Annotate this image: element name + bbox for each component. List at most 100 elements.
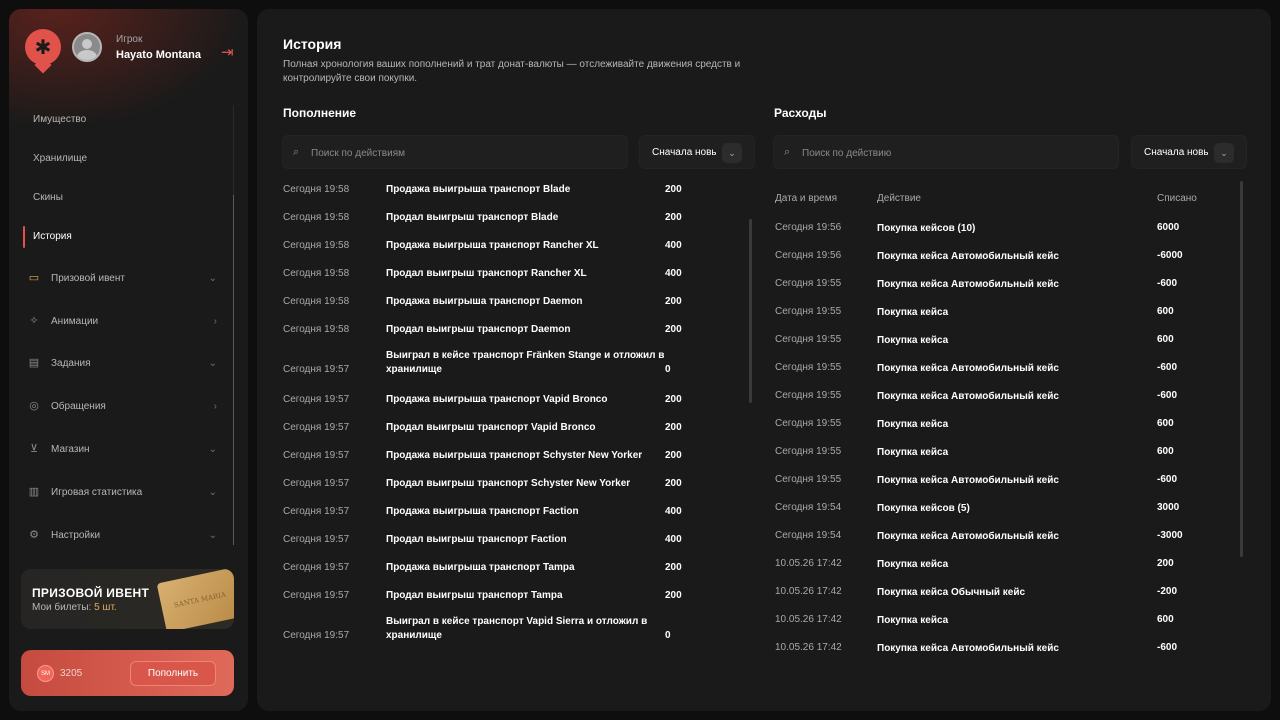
row-value: -600 (1157, 474, 1178, 485)
row-time: Сегодня 19:57 (283, 422, 350, 433)
sidebar-item-prize-event[interactable]: ▭ Призовой ивент ⌄ (23, 260, 223, 296)
row-time: Сегодня 19:57 (283, 630, 350, 641)
expense-row: 10.05.26 17:42 Покупка кейса Автомобильны… (775, 641, 1235, 669)
avatar[interactable] (72, 32, 102, 62)
income-row: Сегодня 19:58 Продал выигрыш транспорт Da… (283, 321, 743, 349)
sidebar-item-history[interactable]: История (23, 218, 223, 254)
prize-event-card[interactable]: ПРИЗОВОЙ ИВЕНТ Мои билеты: 5 шт. SANTA M… (21, 569, 234, 629)
history-panel: История Полная хронология ваших пополнен… (257, 9, 1271, 711)
search-icon: ⌕ (784, 146, 791, 158)
row-action: Покупка кейса (877, 307, 949, 318)
income-search[interactable]: ⌕ (282, 135, 628, 169)
sidebar-item-game-stats[interactable]: ▥ Игровая статистика ⌄ (23, 474, 223, 510)
event-title: ПРИЗОВОЙ ИВЕНТ (32, 586, 150, 600)
chevron-right-icon: › (213, 400, 217, 412)
expenses-search-input[interactable] (802, 144, 1082, 162)
row-time: Сегодня 19:55 (775, 306, 842, 317)
sidebar-item-settings[interactable]: ⚙ Настройки ⌄ (23, 517, 223, 553)
palm-logo-icon[interactable]: ✱ (25, 29, 61, 65)
income-search-input[interactable] (311, 144, 591, 162)
sort-label: Сначала новые (652, 147, 716, 158)
sidebar-scrollbar[interactable] (233, 105, 234, 545)
row-time: Сегодня 19:57 (283, 450, 350, 461)
income-row: Сегодня 19:58 Продал выигрыш транспорт Bl… (283, 209, 743, 237)
row-time: 10.05.26 17:42 (775, 614, 842, 625)
row-value: -200 (1157, 586, 1178, 597)
row-value: 3000 (1157, 502, 1180, 513)
row-action: Покупка кейса Автомобильный кейс (877, 643, 1059, 654)
chevron-down-icon[interactable]: ⌄ (1214, 143, 1234, 163)
expense-row: 10.05.26 17:42 Покупка кейса 600 (775, 613, 1235, 641)
sidebar-item-tasks[interactable]: ▤ Задания ⌄ (23, 345, 223, 381)
row-value: 400 (665, 506, 682, 517)
row-value: 200 (665, 562, 682, 573)
expense-row: 10.05.26 17:42 Покупка кейса Обычный кейс… (775, 585, 1235, 613)
topup-button[interactable]: Пополнить (130, 661, 216, 686)
row-action: Продал выигрыш транспорт Vapid Bronco (386, 422, 596, 433)
row-value: 600 (1157, 306, 1174, 317)
sidebar-item-label: Магазин (51, 443, 90, 455)
row-time: Сегодня 19:55 (775, 278, 842, 289)
column-header-action: Действие (877, 193, 921, 204)
expense-row: Сегодня 19:55 Покупка кейса Автомобильный… (775, 277, 1235, 305)
search-icon: ⌕ (293, 146, 300, 158)
event-tickets-value: 5 шт. (94, 602, 117, 613)
income-scrollbar[interactable] (749, 219, 752, 403)
balance-panel: SM 3205 Пополнить (21, 650, 234, 696)
coin-icon: SM (37, 665, 54, 682)
row-time: Сегодня 19:55 (775, 390, 842, 401)
player-name: Hayato Montana (116, 49, 201, 61)
row-time: Сегодня 19:58 (283, 268, 350, 279)
income-row: Сегодня 19:57 Продажа выигрыша транспорт … (283, 391, 743, 419)
income-row: Сегодня 19:57 Выиграл в кейсе транспорт V… (283, 615, 743, 651)
sidebar-item-property[interactable]: Имущество (23, 101, 223, 137)
row-value: -6000 (1157, 250, 1183, 261)
sidebar-item-skins[interactable]: Скины (23, 179, 223, 215)
row-time: Сегодня 19:55 (775, 474, 842, 485)
clipboard-icon: ▤ (28, 357, 40, 369)
row-action: Покупка кейса Автомобильный кейс (877, 475, 1059, 486)
golden-ticket-image: SANTA MARIA (156, 569, 234, 629)
income-sort-select[interactable]: Сначала новые ⌄ (639, 135, 755, 169)
row-action: Покупка кейса (877, 447, 949, 458)
expense-row: Сегодня 19:55 Покупка кейса Автомобильный… (775, 361, 1235, 389)
row-value: -600 (1157, 642, 1178, 653)
expense-row: Сегодня 19:54 Покупка кейсов (5) 3000 (775, 501, 1235, 529)
cart-icon: ⊻ (29, 443, 39, 455)
sidebar-item-shop[interactable]: ⊻ Магазин ⌄ (23, 431, 223, 467)
row-time: Сегодня 19:55 (775, 362, 842, 373)
row-action: Продал выигрыш транспорт Rancher XL (386, 268, 587, 279)
row-time: Сегодня 19:57 (283, 562, 350, 573)
row-action: Продажа выигрыша транспорт Blade (386, 184, 571, 195)
ticket-icon: ▭ (28, 272, 40, 284)
expenses-list: Сегодня 19:56 Покупка кейсов (10) 6000 Сего… (775, 221, 1245, 671)
row-value: 400 (665, 534, 682, 545)
sidebar-item-animations[interactable]: ✧ Анимации › (23, 303, 223, 339)
row-action: Покупка кейса (877, 335, 949, 346)
sidebar-item-label: Призовой ивент (51, 272, 125, 284)
expenses-sort-select[interactable]: Сначала новые ⌄ (1131, 135, 1247, 169)
dance-icon: ✧ (29, 315, 39, 327)
logout-icon[interactable]: ⇥ (221, 45, 237, 61)
row-action: Покупка кейса Обычный кейс (877, 587, 1026, 598)
row-value: -600 (1157, 362, 1178, 373)
row-action: Покупка кейса (877, 615, 949, 626)
sidebar-item-tickets[interactable]: ◎ Обращения › (23, 388, 223, 424)
chevron-down-icon: ⌄ (208, 443, 217, 455)
chart-icon: ▥ (28, 486, 40, 498)
expenses-search[interactable]: ⌕ (773, 135, 1119, 169)
sidebar-item-storage[interactable]: Хранилище (23, 140, 223, 176)
row-value: 600 (1157, 614, 1174, 625)
expenses-scrollbar[interactable] (1240, 181, 1243, 557)
row-value: -600 (1157, 390, 1178, 401)
income-row: Сегодня 19:57 Продал выигрыш транспорт Va… (283, 419, 743, 447)
income-row: Сегодня 19:57 Продал выигрыш транспорт Fa… (283, 531, 743, 559)
chevron-right-icon: › (213, 315, 217, 327)
expense-row: Сегодня 19:55 Покупка кейса 600 (775, 333, 1235, 361)
row-value: 200 (665, 590, 682, 601)
sidebar-item-label: Анимации (51, 315, 99, 327)
row-time: Сегодня 19:57 (283, 364, 350, 375)
chevron-down-icon: ⌄ (208, 529, 217, 541)
row-time: Сегодня 19:55 (775, 418, 842, 429)
chevron-down-icon[interactable]: ⌄ (722, 143, 742, 163)
